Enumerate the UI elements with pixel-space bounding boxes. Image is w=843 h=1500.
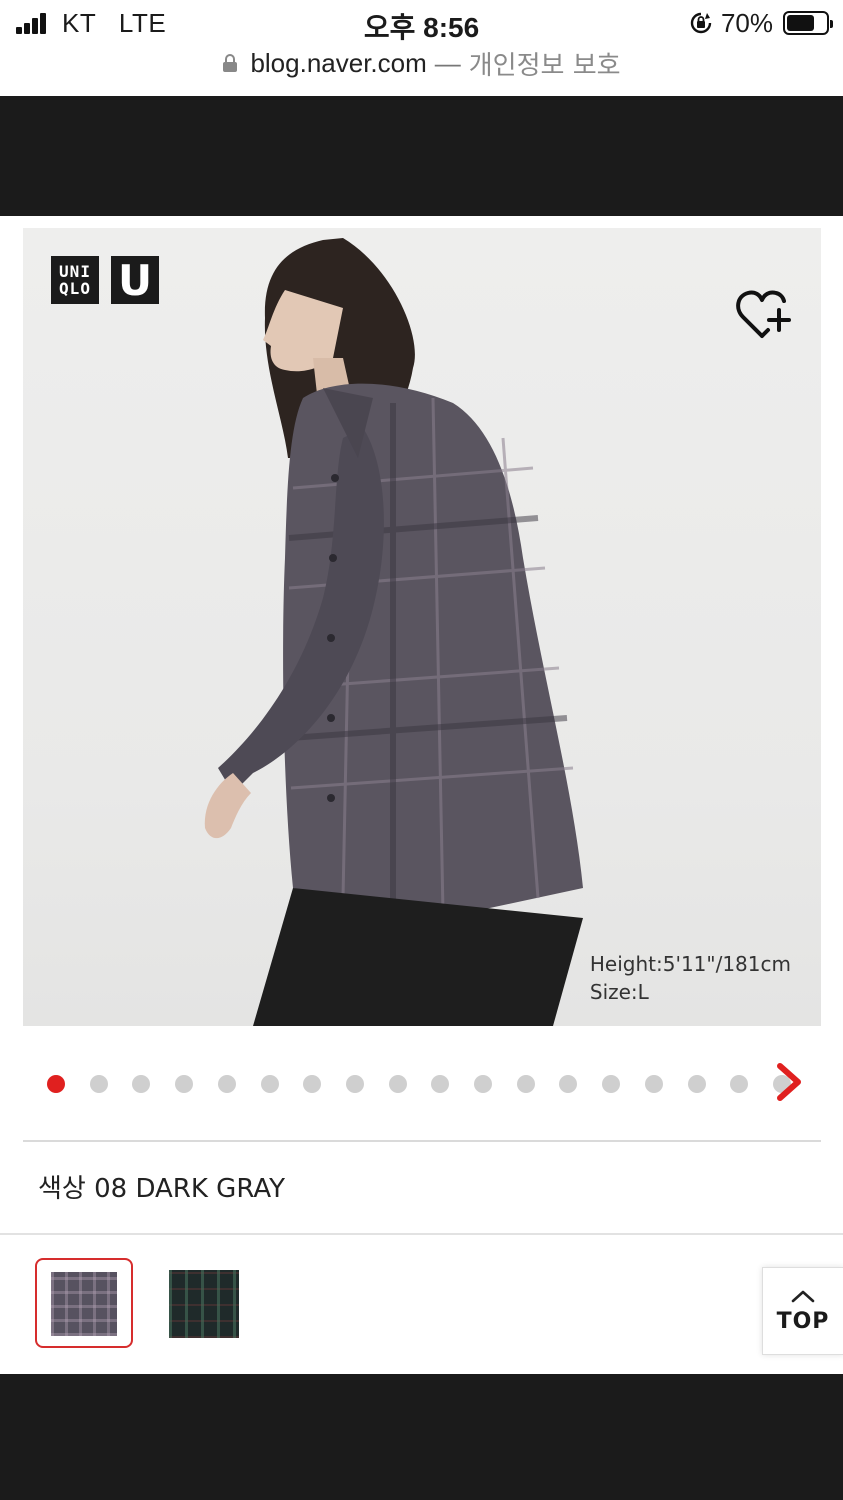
status-bar: KT LTE 오후 8:56 70% bbox=[0, 0, 843, 46]
battery-percent: 70% bbox=[720, 7, 773, 38]
swatch-chip bbox=[51, 1272, 117, 1336]
bottom-dark-banner bbox=[0, 1374, 843, 1500]
color-swatch-dark-green[interactable] bbox=[169, 1270, 239, 1338]
carousel-dot[interactable] bbox=[431, 1075, 450, 1093]
carousel-dot[interactable] bbox=[730, 1075, 749, 1093]
carousel-dot[interactable] bbox=[260, 1075, 279, 1093]
chevron-up-icon bbox=[791, 1290, 815, 1302]
carousel-dot[interactable] bbox=[559, 1075, 578, 1093]
carousel-dot[interactable] bbox=[687, 1075, 706, 1093]
color-swatch-dark-gray[interactable] bbox=[35, 1258, 133, 1348]
lock-icon bbox=[223, 54, 238, 72]
chevron-right-icon[interactable] bbox=[772, 1060, 806, 1104]
scroll-to-top-button[interactable]: TOP bbox=[762, 1267, 843, 1355]
model-illustration bbox=[204, 238, 583, 1026]
uniqlo-logo: UNI QLO U bbox=[51, 256, 159, 305]
uniqlo-wordmark: UNI QLO bbox=[51, 256, 99, 304]
url-bar[interactable]: blog.naver.com — 개인정보 보호 bbox=[0, 44, 843, 82]
top-dark-banner bbox=[0, 96, 843, 216]
carousel-dot[interactable] bbox=[388, 1075, 407, 1093]
carousel-dot[interactable] bbox=[345, 1075, 364, 1093]
model-height: Height:5'11"/181cm bbox=[589, 952, 791, 976]
carousel-dot[interactable] bbox=[516, 1075, 535, 1093]
carousel-dot[interactable] bbox=[303, 1075, 322, 1093]
carousel-dot[interactable] bbox=[175, 1075, 194, 1093]
selected-color-label: 색상 08 DARK GRAY bbox=[38, 1174, 285, 1204]
url-host: blog.naver.com bbox=[250, 47, 427, 78]
uniqlo-u-logo: U bbox=[111, 256, 159, 305]
model-info: Height:5'11"/181cm Size:L bbox=[590, 950, 791, 1006]
carousel-dot[interactable] bbox=[89, 1075, 108, 1093]
carousel-dot[interactable] bbox=[132, 1075, 151, 1093]
carousel-dot[interactable] bbox=[602, 1075, 621, 1093]
url-separator: — bbox=[434, 47, 461, 78]
privacy-label: 개인정보 보호 bbox=[468, 50, 621, 81]
product-image[interactable]: UNI QLO U Height:5'11"/181cm Size:L bbox=[23, 228, 821, 1026]
top-button-label: TOP bbox=[776, 1308, 830, 1334]
carousel-dot[interactable] bbox=[474, 1075, 492, 1093]
orientation-lock-icon bbox=[690, 12, 712, 34]
carousel-dot[interactable] bbox=[47, 1075, 65, 1093]
carousel-dot[interactable] bbox=[217, 1075, 236, 1093]
carousel-dot[interactable] bbox=[644, 1075, 663, 1093]
divider bbox=[0, 1233, 843, 1235]
add-to-wishlist-icon[interactable] bbox=[735, 288, 793, 342]
model-size: Size:L bbox=[589, 980, 649, 1004]
battery-icon bbox=[783, 11, 833, 35]
divider bbox=[23, 1140, 821, 1142]
